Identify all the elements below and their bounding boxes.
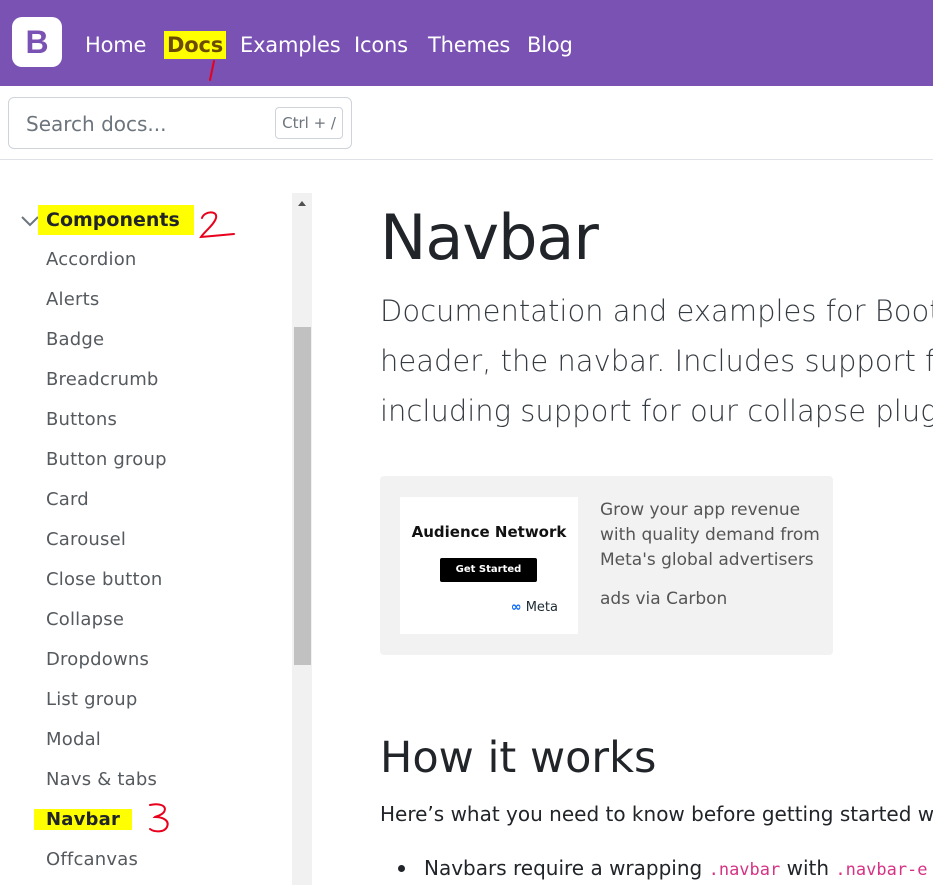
meta-infinity-icon: ∞ [510, 600, 522, 615]
carbon-ad[interactable]: Audience Network Get Started ∞ Meta Grow… [380, 476, 833, 655]
nav-link-blog[interactable]: Blog [527, 31, 573, 59]
sidebar-item-navbar[interactable]: Navbar [34, 807, 167, 847]
lead-line: Documentation and examples for Boot [380, 294, 933, 328]
sidebar-item-accordion[interactable]: Accordion [46, 247, 167, 287]
page-lead: Documentation and examples for Boot head… [380, 286, 933, 436]
nav-link-icons[interactable]: Icons [354, 31, 408, 59]
ad-image-heading: Audience Network [411, 523, 567, 541]
sidebar-item-close-button[interactable]: Close button [46, 567, 167, 607]
sidebar-item-card[interactable]: Card [46, 487, 167, 527]
search-placeholder: Search docs... [26, 112, 167, 136]
nav-link-examples[interactable]: Examples [240, 31, 341, 59]
sidebar-item-navbar-label: Navbar [34, 809, 133, 830]
sidebar-scrollbar[interactable] [292, 193, 312, 885]
sidebar-item-alerts[interactable]: Alerts [46, 287, 167, 327]
search-input[interactable]: Search docs... Ctrl + / [8, 97, 352, 149]
scrollbar-thumb[interactable] [294, 327, 311, 665]
components-group-label: Components [38, 205, 194, 235]
nav-link-themes[interactable]: Themes [428, 31, 510, 59]
sidebar-item-breadcrumb[interactable]: Breadcrumb [46, 367, 167, 407]
sidebar-item-dropdowns[interactable]: Dropdowns [46, 647, 167, 687]
nav-link-docs[interactable]: Docs [164, 31, 227, 59]
section-heading-how-it-works: How it works [380, 733, 657, 783]
sidebar-item-button-group[interactable]: Button group [46, 447, 167, 487]
ad-get-started-button[interactable]: Get Started [440, 558, 537, 582]
page-title: Navbar [380, 201, 599, 274]
sidebar-item-collapse[interactable]: Collapse [46, 607, 167, 647]
bootstrap-logo-icon[interactable]: B [10, 17, 64, 67]
scroll-up-arrow-icon[interactable] [292, 193, 312, 213]
lead-line: header, the navbar. Includes support fo [380, 344, 933, 378]
sidebar-item-buttons[interactable]: Buttons [46, 407, 167, 447]
search-row: Search docs... Ctrl + / [0, 86, 933, 160]
list-item: Navbars require a wrapping .navbar with … [398, 854, 928, 884]
sidebar-item-list-group[interactable]: List group [46, 687, 167, 727]
top-navbar: B Home Docs Examples Icons Themes Blog [0, 0, 933, 86]
sidebar-item-carousel[interactable]: Carousel [46, 527, 167, 567]
docs-sidebar: Components Accordion Alerts Badge Breadc… [0, 193, 312, 885]
sidebar-item-navs-tabs[interactable]: Navs & tabs [46, 767, 167, 807]
meta-logo: ∞ Meta [510, 600, 558, 615]
brand-letter: B [25, 24, 48, 60]
nav-link-home[interactable]: Home [85, 31, 146, 59]
code-navbar: .navbar [708, 860, 781, 880]
code-navbar-expand: .navbar-e [835, 860, 928, 880]
ad-via-link[interactable]: ads via Carbon [600, 589, 727, 609]
lead-line: including support for our collapse plug [380, 394, 933, 428]
sidebar-item-modal[interactable]: Modal [46, 727, 167, 767]
sidebar-item-offcanvas[interactable]: Offcanvas [46, 847, 167, 885]
ad-text[interactable]: Grow your app revenue with quality deman… [600, 498, 825, 573]
sidebar-list: Accordion Alerts Badge Breadcrumb Button… [34, 247, 167, 885]
search-shortcut-badge: Ctrl + / [275, 107, 343, 139]
section-intro: Here’s what you need to know before gett… [380, 802, 933, 826]
ad-image[interactable]: Audience Network Get Started ∞ Meta [400, 497, 578, 634]
chevron-down-icon [21, 216, 39, 227]
sidebar-item-badge[interactable]: Badge [46, 327, 167, 367]
